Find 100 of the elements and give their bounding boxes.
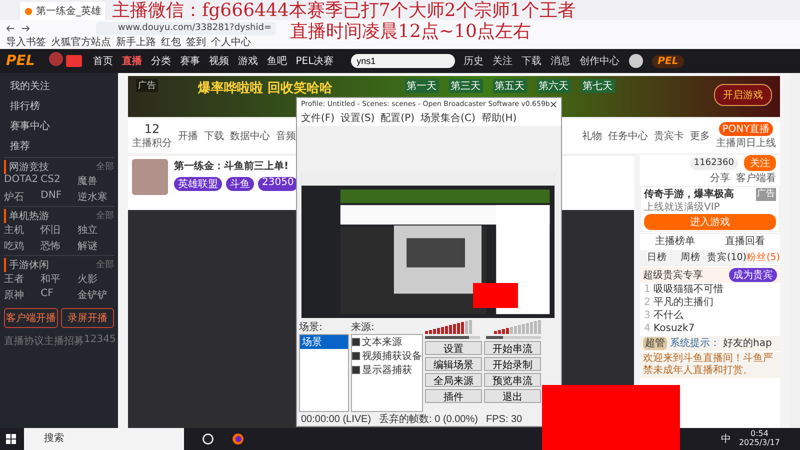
rank-tab[interactable]: 周榜 [674,250,707,265]
back-icon[interactable] [6,24,15,32]
category-link[interactable]: 独立 [77,223,114,237]
windows-icon[interactable] [6,434,16,444]
browser-tab[interactable]: 第一练金_英雄 [20,2,105,20]
obs-button[interactable]: 预览串流 [484,373,541,387]
rank-row[interactable]: 2 平凡的主播们 [640,297,780,309]
forward-icon[interactable] [21,24,30,32]
nav-tab[interactable]: 分类 [150,54,171,68]
bookmark-link[interactable]: 个人中心 [211,36,251,49]
desktop-volume-slider[interactable] [486,336,502,339]
category-link[interactable]: 火影 [77,272,114,286]
obs-button[interactable]: 编辑场景 [425,357,482,371]
category-link[interactable]: 王者 [4,272,41,286]
client-link[interactable]: 客户端看 [736,172,776,185]
tool-link[interactable]: 更多 [690,129,710,143]
search-field[interactable]: yns1 [350,54,455,68]
share-link[interactable]: 分享 [710,172,730,185]
checkbox[interactable] [352,338,360,346]
category-link[interactable]: 金铲铲 [77,288,114,302]
nav-tab[interactable]: 首页 [92,54,113,68]
bookmark-link[interactable]: 签到 [186,36,206,49]
bookmark-link[interactable]: 导入书签 [6,36,46,49]
chat-username[interactable]: 系统提示： [670,337,720,350]
rank-row[interactable]: 4 Kosuzk7 [640,323,780,335]
panel-tab[interactable]: 直播回看 [725,235,765,248]
nav-tab[interactable]: 鱼吧 [266,54,287,68]
checkbox[interactable] [352,366,360,374]
scrollbar[interactable] [790,73,800,428]
header-link[interactable]: 消息 [550,54,571,68]
mic-volume-slider[interactable] [425,336,469,339]
nav-tab[interactable]: 直播 [122,54,142,68]
sidebar-item[interactable]: 排行榜 [4,97,114,115]
obs-button[interactable]: 退出 [484,389,541,403]
header-link[interactable]: 历史 [464,54,484,68]
category-link[interactable]: 主机 [4,223,41,237]
category-link[interactable]: 炉石 [4,190,41,204]
rank-tab[interactable]: 贵宾(10) [707,250,747,265]
stream-tag[interactable]: 斗鱼 [226,177,254,191]
sidebar-item[interactable]: 推荐 [4,137,114,155]
category-link[interactable]: CS2 [40,174,78,188]
panel-tab[interactable]: 主播榜单 [655,235,695,248]
firefox-icon[interactable] [232,433,244,445]
tool-link[interactable]: 数据中心 [230,129,270,143]
nav-tab[interactable]: PEL决赛 [296,54,334,68]
tool-link[interactable]: 开播 [178,129,198,143]
category-link[interactable]: 解谜 [77,239,114,253]
game-ad[interactable]: 传奇手游，爆率极高 广告 上线就送满级VIP 进入游戏 [640,186,780,232]
tool-link[interactable]: 礼物 [582,129,602,143]
tool-link[interactable]: 贵宾卡 [654,129,684,143]
avatar-icon[interactable] [628,54,643,68]
stream-tag[interactable]: 英雄联盟 [174,177,222,191]
close-icon[interactable] [550,100,557,108]
obs-icon[interactable] [202,433,214,445]
category-link[interactable]: 魔兽 [77,174,114,188]
tool-link[interactable]: 音频 [276,129,296,143]
category-link[interactable]: 吃鸡 [4,239,41,253]
event-badge[interactable]: PEL [652,54,684,68]
category-link[interactable]: DOTA2 [4,174,41,188]
category-link[interactable]: 和平 [40,272,78,286]
header-link[interactable]: 关注 [492,54,513,68]
tool-link[interactable]: 任务中心 [608,129,648,143]
nav-tab[interactable]: 赛事 [180,54,200,68]
obs-button[interactable]: 全局来源 [425,373,482,387]
ime-indicator[interactable]: 中 [720,432,731,446]
stream-tag[interactable]: 23050 [258,177,298,191]
taskbar-search[interactable]: 搜索 [24,428,184,450]
obs-button[interactable]: 设置 [425,341,482,355]
scene-item[interactable]: 场景 [300,335,348,349]
checkbox[interactable] [352,352,360,360]
header-link[interactable]: 下载 [522,54,542,68]
bookmark-link[interactable]: 火狐官方站点 [51,36,111,49]
start-game-button[interactable]: 开启游戏 [714,84,772,106]
category-link[interactable]: 怀旧 [40,223,78,237]
rank-tab[interactable]: 日榜 [640,250,674,265]
obs-button[interactable]: 开始串流 [484,341,541,355]
sidebar-item[interactable]: 赛事中心 [4,117,114,135]
nav-tab[interactable]: 游戏 [238,54,258,68]
broadcast-button[interactable]: 录屏开播 [60,308,114,328]
tool-link[interactable]: 下载 [204,129,224,143]
source-item[interactable]: 显示器捕获 [352,363,422,377]
category-link[interactable]: DNF [40,190,78,204]
category-link[interactable]: 恐怖 [40,239,78,253]
sidebar-item[interactable]: 我的关注 [4,77,114,95]
rank-row[interactable]: 1 吸吸猫猫不可惜 [640,284,780,296]
header-link[interactable]: 创作中心 [580,54,620,68]
source-item[interactable]: 视频捕获设备 [352,349,422,363]
category-link[interactable]: CF [40,288,78,302]
bookmark-link[interactable]: 红包 [161,36,181,49]
address-bar[interactable]: www.douyu.com/338281?dyshid= [96,22,276,34]
source-item[interactable]: 文本来源 [352,335,422,349]
obs-button[interactable]: 开始录制 [484,357,541,371]
nav-tab[interactable]: 视频 [208,54,229,68]
category-link[interactable]: 逆水寒 [77,190,114,204]
category-link[interactable]: 原神 [4,288,41,302]
rank-row[interactable]: 3 不什么 [640,310,780,322]
become-vip-button[interactable]: 成为贵宾 [729,268,777,282]
bookmark-link[interactable]: 新手上路 [116,36,156,49]
broadcast-button[interactable]: 客户端开播 [4,308,58,328]
obs-button[interactable]: 插件 [425,389,482,403]
